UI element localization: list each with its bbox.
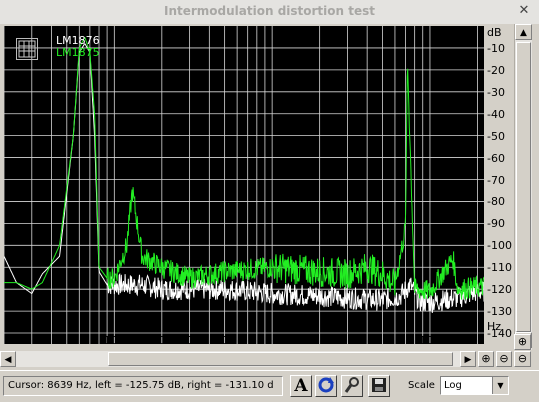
text-tool-icon[interactable]: A bbox=[290, 375, 312, 397]
y-tick-label: -90 bbox=[487, 217, 505, 231]
status-bar: Cursor: 8639 Hz, left = -125.75 dB, righ… bbox=[0, 370, 539, 402]
dropdown-icon[interactable]: ▼ bbox=[492, 377, 508, 394]
y-unit-label: dB bbox=[487, 26, 502, 39]
v-zoom-out-icon[interactable]: ⊖ bbox=[514, 351, 531, 367]
y-tick-label: -10 bbox=[487, 41, 505, 55]
y-tick-label: -80 bbox=[487, 195, 505, 209]
legend-entry-lm1875: LM1875 bbox=[56, 46, 100, 59]
y-tick-label: -50 bbox=[487, 129, 505, 143]
x-tick-label: 50 bbox=[59, 334, 74, 347]
scale-select-value: Log bbox=[444, 380, 462, 391]
spectrum-plot[interactable]: LM1876 LM1875 bbox=[4, 26, 484, 344]
x-tick-label: 5K bbox=[375, 334, 390, 347]
x-tick-label: 30 bbox=[24, 334, 39, 347]
scroll-up-icon[interactable]: ▲ bbox=[515, 24, 532, 40]
save-icon[interactable] bbox=[368, 375, 390, 397]
scroll-left-icon[interactable]: ◀ bbox=[0, 351, 16, 367]
y-tick-label: -40 bbox=[487, 107, 505, 121]
x-tick-label: 500 bbox=[214, 334, 236, 347]
y-tick-label: -20 bbox=[487, 63, 505, 77]
y-tick-label: -100 bbox=[487, 239, 512, 253]
y-tick-label: -30 bbox=[487, 85, 505, 99]
vertical-scroll-thumb[interactable] bbox=[516, 42, 531, 332]
y-tick-label: -120 bbox=[487, 283, 512, 297]
x-tick-label: 100 bbox=[103, 334, 125, 347]
x-tick-label: 200 bbox=[151, 334, 173, 347]
close-icon[interactable]: ✕ bbox=[515, 2, 533, 20]
h-zoom-out-icon[interactable]: ⊖ bbox=[496, 351, 512, 367]
title-bar[interactable]: Intermodulation distortion test ✕ bbox=[0, 0, 539, 25]
scale-label: Scale bbox=[408, 380, 435, 391]
x-unit-label: Hz bbox=[487, 320, 502, 333]
y-tick-label: -110 bbox=[487, 261, 512, 275]
x-axis-labels: 30 50 100 200 300 500 1K 2K 3K 5K 10K bbox=[0, 334, 520, 350]
refresh-icon[interactable] bbox=[315, 375, 337, 397]
scroll-right-icon[interactable]: ▶ bbox=[460, 351, 476, 367]
window-title: Intermodulation distortion test bbox=[163, 4, 376, 18]
x-tick-label: 3K bbox=[340, 334, 355, 347]
x-tick-label: 2K bbox=[312, 334, 327, 347]
chart-legend: LM1876 LM1875 bbox=[56, 35, 100, 59]
v-zoom-in-icon[interactable]: ⊕ bbox=[514, 334, 531, 350]
x-tick-label: 1K bbox=[265, 334, 280, 347]
y-tick-label: -60 bbox=[487, 151, 505, 165]
x-tick-label: 300 bbox=[179, 334, 201, 347]
scale-select[interactable]: Log ▼ bbox=[440, 376, 509, 395]
x-tick-label: 10K bbox=[419, 334, 441, 347]
series-line-lm1875 bbox=[4, 36, 484, 301]
h-zoom-in-icon[interactable]: ⊕ bbox=[478, 351, 494, 367]
spectrum-chart bbox=[4, 26, 484, 344]
vertical-scrollbar[interactable]: ▲ ▼ bbox=[514, 24, 532, 350]
horizontal-scroll-thumb[interactable] bbox=[108, 352, 453, 366]
horizontal-scrollbar[interactable]: ◀ ▶ bbox=[0, 351, 476, 367]
y-tick-label: -130 bbox=[487, 305, 512, 319]
y-tick-label: -70 bbox=[487, 173, 505, 187]
main-window: LM1876 LM1875 dB -10 -20 -30 -40 -50 -60 -70 -8… bbox=[0, 24, 539, 402]
grid-icon[interactable] bbox=[16, 38, 38, 60]
search-icon[interactable] bbox=[341, 375, 363, 397]
y-axis-labels: dB -10 -20 -30 -40 -50 -60 -70 -80 -90 -100 -110 -1… bbox=[485, 24, 515, 354]
cursor-readout: Cursor: 8639 Hz, left = -125.75 dB, righ… bbox=[3, 376, 283, 396]
